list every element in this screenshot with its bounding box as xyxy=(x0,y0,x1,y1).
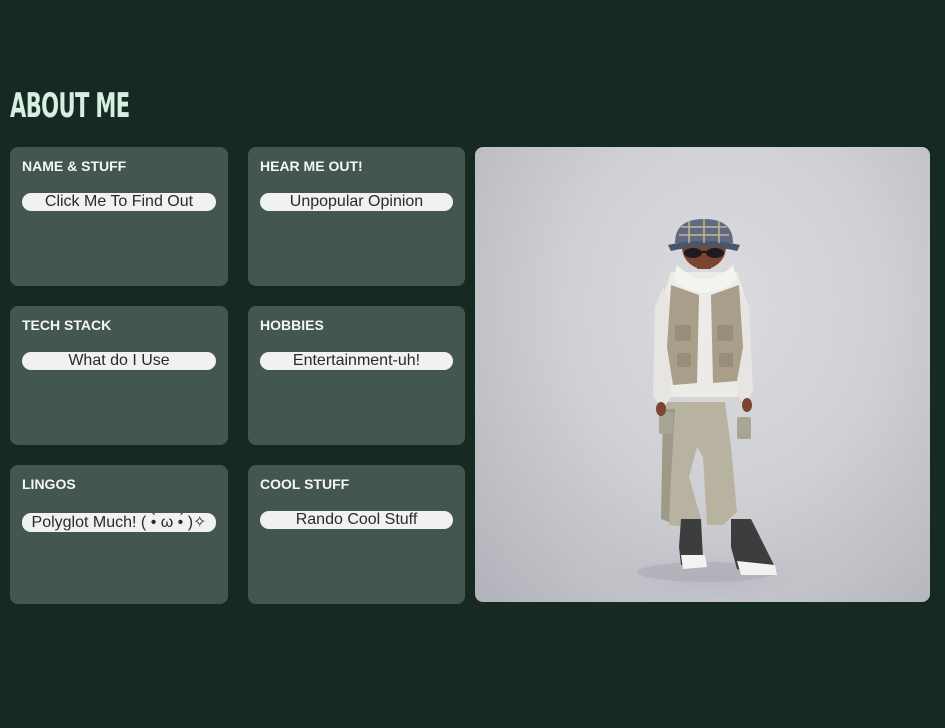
lingos-button[interactable]: Polyglot Much! ( •̀ ω •́ )✧ xyxy=(22,513,216,532)
card-hobbies: HOBBIES Entertainment-uh! xyxy=(248,306,465,445)
unpopular-opinion-button[interactable]: Unpopular Opinion xyxy=(260,193,453,211)
hobbies-button[interactable]: Entertainment-uh! xyxy=(260,352,453,370)
card-name-and-stuff: NAME & STUFF Click Me To Find Out xyxy=(10,147,228,286)
card-hear-me-out: HEAR ME OUT! Unpopular Opinion xyxy=(248,147,465,286)
find-out-button[interactable]: Click Me To Find Out xyxy=(22,193,216,211)
card-title: HEAR ME OUT! xyxy=(260,158,363,174)
card-cool-stuff: COOL STUFF Rando Cool Stuff xyxy=(248,465,465,604)
card-title: LINGOS xyxy=(22,476,76,492)
avatar-portrait xyxy=(475,147,930,602)
card-title: HOBBIES xyxy=(260,317,324,333)
card-lingos: LINGOS Polyglot Much! ( •̀ ω •́ )✧ xyxy=(10,465,228,604)
card-title: TECH STACK xyxy=(22,317,112,333)
card-title: NAME & STUFF xyxy=(22,158,127,174)
avatar-figure-image xyxy=(550,219,870,602)
tech-stack-button[interactable]: What do I Use xyxy=(22,352,216,370)
card-title: COOL STUFF xyxy=(260,476,350,492)
card-tech-stack: TECH STACK What do I Use xyxy=(10,306,228,445)
cool-stuff-button[interactable]: Rando Cool Stuff xyxy=(260,511,453,529)
page-title: ABOUT ME xyxy=(10,86,130,126)
